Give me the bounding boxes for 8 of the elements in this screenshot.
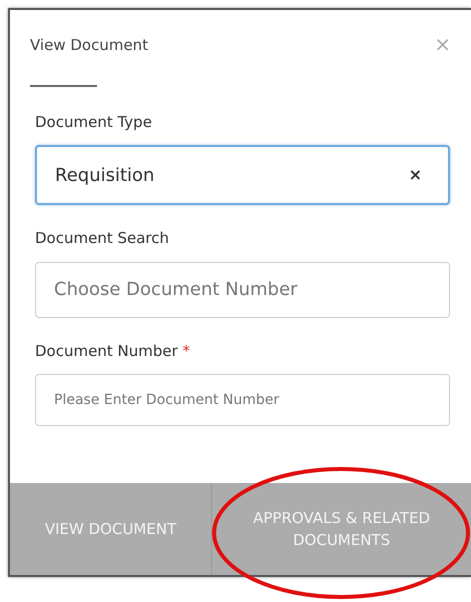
input-field[interactable]: Please Enter Document Number: [35, 374, 450, 426]
dialog-title: View Document: [30, 35, 148, 56]
input-field[interactable]: Choose Document Number: [35, 262, 450, 318]
clear-button[interactable]: ×: [398, 163, 432, 187]
field-label: Document Type: [35, 112, 153, 132]
field-label: Document Search: [35, 228, 170, 249]
close-button[interactable]: ×: [434, 34, 451, 54]
field-label: Document Number *: [35, 340, 192, 362]
